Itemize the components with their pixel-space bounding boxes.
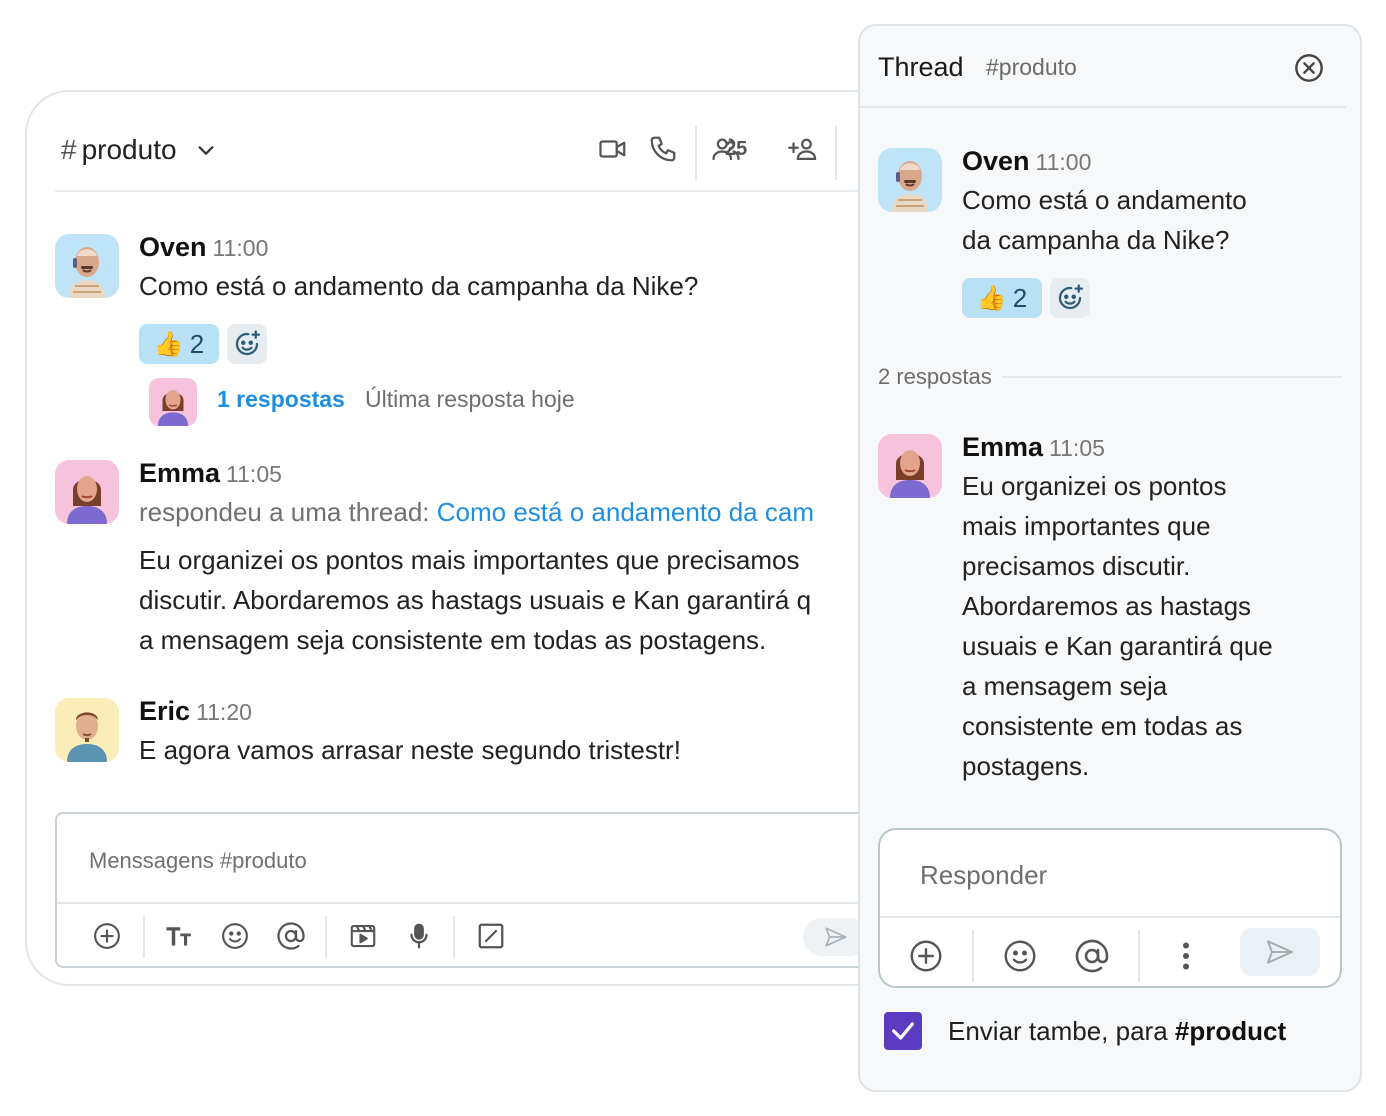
message-line: Como está o andamento — [962, 185, 1247, 215]
reaction-count: 2 — [1012, 282, 1028, 313]
reaction-count: 2 — [189, 328, 205, 359]
thread-link[interactable]: Como está o andamento da cam — [437, 497, 814, 527]
message-line: mais importantes que — [962, 511, 1211, 541]
thread-root-message: Oven 11:00 Como está o andamento da campa… — [878, 146, 1338, 326]
send-icon — [821, 924, 851, 950]
phone-icon[interactable] — [648, 134, 678, 164]
message-author[interactable]: Emma — [962, 432, 1043, 462]
last-reply-time: Última resposta hoje — [365, 386, 575, 412]
message-time: 11:20 — [196, 699, 252, 725]
message-line: da campanha da Nike? — [962, 225, 1230, 255]
also-send-option: Enviar tambe, para #product — [884, 1012, 1286, 1050]
add-reaction-button[interactable] — [1050, 278, 1090, 318]
avatar[interactable] — [878, 148, 942, 212]
message-text: E agora vamos arrasar neste segundo tris… — [139, 735, 681, 765]
slash-command-icon[interactable] — [475, 920, 507, 952]
composer-toolbar — [57, 902, 923, 968]
add-member-icon[interactable] — [788, 134, 820, 164]
message-text: Eu organizei os pontos mais importantes … — [139, 540, 811, 660]
check-icon — [889, 1017, 917, 1045]
channel-name: produto — [81, 134, 177, 165]
emoji-icon[interactable] — [219, 920, 251, 952]
message-line: postagens. — [962, 751, 1090, 781]
message-line: precisamos discutir. — [962, 551, 1191, 581]
message-line: discutir. Abordaremos as hastags usuais … — [139, 585, 812, 615]
channel-header: # produto 25 — [55, 92, 923, 192]
message-text: Como está o andamento da campanha da Nik… — [139, 271, 699, 301]
avatar[interactable] — [878, 434, 942, 498]
message-line: Eu organizei os pontos mais importantes … — [139, 545, 800, 575]
also-send-checkbox[interactable] — [884, 1012, 922, 1050]
message-time: 11:05 — [226, 461, 282, 487]
thread-title: Thread — [878, 52, 964, 82]
thumbs-up-emoji: 👍 — [976, 284, 1007, 312]
message-author[interactable]: Emma — [139, 458, 220, 488]
reply-composer[interactable]: Responder — [878, 828, 1342, 988]
reply-avatar[interactable] — [149, 378, 197, 426]
thread-reply-message: Emma 11:05 Eu organizei os pontos mais im… — [878, 432, 1338, 792]
send-button[interactable] — [1240, 928, 1320, 976]
more-icon[interactable] — [1168, 938, 1204, 974]
message-line: Eu organizei os pontos — [962, 471, 1227, 501]
message-time: 11:05 — [1049, 435, 1105, 461]
message-item: Oven 11:00 Como está o andamento da campa… — [55, 232, 915, 432]
message-time: 11:00 — [212, 235, 269, 261]
mention-icon[interactable] — [1074, 938, 1110, 974]
message-author[interactable]: Oven — [139, 232, 207, 262]
thread-reply-prefix: respondeu a uma thread: — [139, 497, 437, 527]
video-icon[interactable] — [598, 134, 628, 164]
send-icon — [1261, 936, 1299, 968]
channel-hash: # — [61, 134, 77, 165]
message-text: Eu organizei os pontos mais importantes … — [962, 466, 1273, 786]
message-line: a mensagem seja — [962, 671, 1168, 701]
add-reaction-icon — [232, 329, 262, 359]
thread-header: Thread #produto — [860, 26, 1346, 108]
plus-circle-icon[interactable] — [908, 938, 944, 974]
also-send-label: Enviar tambe, para #product — [948, 1016, 1286, 1047]
reply-toolbar — [880, 916, 1340, 988]
avatar[interactable] — [55, 234, 119, 298]
message-line: a mensagem seja consistente em todas as … — [139, 625, 767, 655]
avatar[interactable] — [55, 698, 119, 762]
reaction-thumbs-up[interactable]: 👍 2 — [962, 278, 1042, 318]
emoji-icon[interactable] — [1002, 938, 1038, 974]
message-line: usuais e Kan garantirá que — [962, 631, 1273, 661]
replies-divider: 2 respostas — [878, 364, 1342, 390]
member-count: 25 — [725, 138, 748, 160]
mic-icon[interactable] — [403, 920, 435, 952]
message-author[interactable]: Oven — [962, 146, 1030, 176]
avatar[interactable] — [55, 460, 119, 524]
add-reaction-button[interactable] — [227, 324, 267, 364]
close-icon[interactable] — [1293, 52, 1325, 84]
message-author[interactable]: Eric — [139, 696, 190, 726]
reply-placeholder: Responder — [920, 860, 1048, 890]
media-icon[interactable] — [347, 920, 379, 952]
thumbs-up-emoji: 👍 — [153, 330, 184, 358]
replies-count-label: 2 respostas — [878, 364, 992, 389]
message-text: Como está o andamento da campanha da Nik… — [962, 180, 1247, 260]
channel-panel: # produto 25 Oven 11:00 Como está o anda… — [25, 90, 925, 986]
message-line: Abordaremos as hastags — [962, 591, 1252, 621]
chevron-down-icon[interactable] — [195, 139, 217, 161]
also-send-prefix: Enviar tambe, para — [948, 1015, 1175, 1046]
message-composer[interactable]: Menssagens #produto — [55, 812, 923, 968]
composer-placeholder: Menssagens #produto — [89, 848, 307, 873]
plus-circle-icon[interactable] — [91, 920, 123, 952]
also-send-channel: #product — [1174, 1015, 1287, 1046]
thread-channel[interactable]: #produto — [986, 54, 1077, 81]
message-item: Emma 11:05 respondeu a uma thread: Como e… — [55, 458, 915, 658]
message-time: 11:00 — [1035, 149, 1092, 175]
message-item: Eric 11:20 E agora vamos arrasar neste se… — [55, 696, 915, 776]
reaction-thumbs-up[interactable]: 👍 2 — [139, 324, 219, 364]
text-format-icon[interactable] — [163, 920, 195, 952]
message-line: consistente em todas as — [962, 711, 1243, 741]
add-reaction-icon — [1055, 283, 1085, 313]
thread-panel: Thread #produto Oven 11:00 Como está o an… — [858, 24, 1362, 1092]
replies-link[interactable]: 1 respostas — [217, 386, 345, 413]
channel-title[interactable]: # produto — [61, 134, 217, 166]
mention-icon[interactable] — [275, 920, 307, 952]
